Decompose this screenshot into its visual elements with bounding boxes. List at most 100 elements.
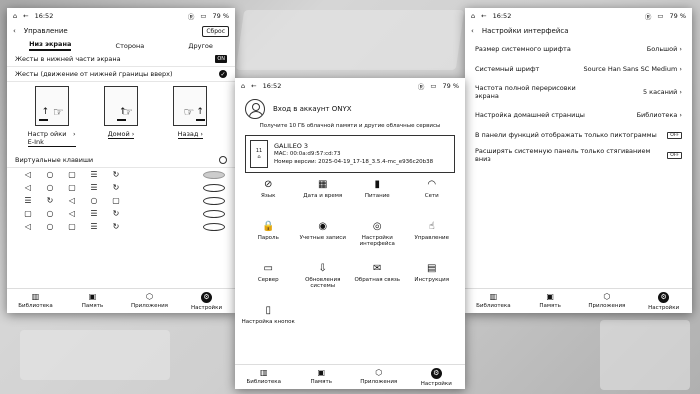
nav-apps[interactable]: ⬡ Приложения xyxy=(350,365,408,389)
reset-button[interactable]: Сброс xyxy=(202,25,229,37)
radio-icon[interactable] xyxy=(203,170,225,179)
settings-item-datetime[interactable]: ▦ Дата и время xyxy=(296,179,351,217)
library-icon: ▥ xyxy=(489,292,498,301)
settings-icon: ⚙ xyxy=(430,367,442,379)
back-arrow-icon[interactable]: ← xyxy=(23,12,28,20)
device-card[interactable]: 11 ⌂ GALILEO 3 MAC: 00:0a:d9:57:cd:73 Ном… xyxy=(245,135,455,173)
icons-only-switch[interactable]: OFF xyxy=(667,131,682,139)
home-page-row[interactable]: Настройка домашней страницы Библиотека › xyxy=(465,105,692,125)
settings-item-server[interactable]: ▭ Сервер xyxy=(241,263,296,301)
settings-item-manual[interactable]: ▤ Инструкция xyxy=(405,263,460,301)
back-chevron-icon[interactable]: ‹ xyxy=(471,27,474,35)
nav-library[interactable]: ▥ Библиотека xyxy=(235,365,293,389)
nav-library[interactable]: ▥ Библиотека xyxy=(465,289,522,313)
settings-main-screen: ⌂ ← 16:52 Ⓡ ▭ 79 % Вход в аккаунт ONYX П… xyxy=(235,78,465,389)
settings-item-interface[interactable]: ◎ Настройки интерфейса xyxy=(350,221,405,259)
circle-icon: ○ xyxy=(90,196,98,205)
radio-icon[interactable] xyxy=(203,196,225,205)
back-arrow-icon[interactable]: ← xyxy=(251,82,256,90)
gesture-cards: ↑ ☞ Настр ойки E-Ink › ↑ ☞ Домой › ↑ ☞ Назад › xyxy=(7,82,235,147)
panel-pulldown-row[interactable]: Расширять системную панель только стягив… xyxy=(465,145,692,165)
refresh-rate-value: 5 касаний xyxy=(642,88,678,96)
key-layout-row[interactable]: ▢ ○ ◁ ☰ ↻ xyxy=(7,207,235,220)
gesture-mode-row[interactable]: Жесты (движение от нижней границы вверх)… xyxy=(7,67,235,82)
page-title: Настройки интерфейса xyxy=(481,27,569,35)
battery-icon: ▭ xyxy=(200,11,207,20)
nav-apps[interactable]: ⬡ Приложения xyxy=(579,289,636,313)
font-size-row[interactable]: Размер системного шрифта Большой › xyxy=(465,39,692,59)
tab-other[interactable]: Другое xyxy=(188,42,212,50)
key-layout-row[interactable]: ◁ ○ ▢ ☰ ↻ xyxy=(7,181,235,194)
tab-side[interactable]: Сторона xyxy=(116,42,145,50)
settings-item-accounts[interactable]: ◉ Учетные записи xyxy=(296,221,351,259)
refresh-icon: ↻ xyxy=(112,209,120,218)
header: ‹ Управление Сброс xyxy=(7,23,235,39)
gesture-toggle-row[interactable]: Жесты в нижней части экрана ON xyxy=(7,52,235,67)
account-section[interactable]: Вход в аккаунт ONYX xyxy=(235,93,465,121)
settings-item-power[interactable]: ▮ Питание xyxy=(350,179,405,217)
home-icon[interactable]: ⌂ xyxy=(241,82,245,90)
nav-apps[interactable]: ⬡ Приложения xyxy=(121,289,178,313)
tab-bottom[interactable]: Низ экрана xyxy=(29,40,72,51)
bottom-nav: ▥ Библиотека ▣ Память ⬡ Приложения ⚙ Настрой… xyxy=(7,288,235,313)
gesture-card[interactable]: ↑ ☞ Настр ойки E-Ink › xyxy=(27,86,76,147)
status-bar: ⌂ ← 16:52 Ⓡ ▭ 79 % xyxy=(235,78,465,93)
radio-icon[interactable] xyxy=(203,209,225,218)
apps-icon: ⬡ xyxy=(375,368,383,377)
chevron-right-icon: › xyxy=(131,130,135,138)
nav-library[interactable]: ▥ Библиотека xyxy=(7,289,64,313)
status-time: 16:52 xyxy=(262,81,282,90)
gesture-card[interactable]: ↑ ☞ Назад › xyxy=(166,86,214,147)
refresh-icon: ↻ xyxy=(112,183,120,192)
triangle-left-icon: ◁ xyxy=(68,209,76,218)
home-icon[interactable]: ⌂ xyxy=(13,12,17,20)
gesture-illustration: ↑ ☞ xyxy=(103,86,138,126)
device-mac: MAC: 00:0a:d9:57:cd:73 xyxy=(274,151,341,157)
apps-icon: ⬡ xyxy=(603,292,611,301)
account-icon: ◉ xyxy=(318,221,328,232)
refresh-rate-row[interactable]: Частота полной перерисовки экрана 5 каса… xyxy=(465,79,692,105)
nav-storage[interactable]: ▣ Память xyxy=(522,289,579,313)
nav-settings[interactable]: ⚙ Настройки xyxy=(635,289,692,313)
check-icon[interactable]: ✓ xyxy=(219,70,227,78)
settings-item-language[interactable]: ⊘ Язык xyxy=(241,179,296,217)
settings-item-updates[interactable]: ⇩ Обновления системы xyxy=(296,263,351,301)
device-name: GALILEO 3 xyxy=(274,142,309,150)
nav-storage[interactable]: ▣ Память xyxy=(64,289,121,313)
key-layout-row[interactable]: ◁ ○ ▢ ☰ ↻ xyxy=(7,168,235,181)
icons-only-row[interactable]: В панели функций отображать только пикто… xyxy=(465,125,692,145)
refresh-icon: ↻ xyxy=(112,222,120,231)
key-layout-row[interactable]: ☰ ↻ ◁ ○ ▢ xyxy=(7,194,235,207)
home-icon[interactable]: ⌂ xyxy=(471,12,475,20)
key-layout-row[interactable]: ◁ ○ ▢ ☰ ↻ xyxy=(7,220,235,233)
settings-item-buttons[interactable]: ▯ Настройка кнопок xyxy=(241,305,296,343)
account-subtitle: Получите 10 ГБ облачной памяти и другие … xyxy=(259,123,441,129)
settings-item-networks[interactable]: ◠ Сети xyxy=(405,179,460,217)
circle-icon: ○ xyxy=(46,222,54,231)
background-shape xyxy=(235,10,465,70)
radio-icon[interactable] xyxy=(203,222,225,231)
gesture-card[interactable]: ↑ ☞ Домой › xyxy=(97,86,145,147)
header: ‹ Настройки интерфейса xyxy=(465,23,692,39)
nav-settings[interactable]: ⚙ Настройки xyxy=(408,365,466,389)
system-font-row[interactable]: Системный шрифт Source Han Sans SC Mediu… xyxy=(465,59,692,79)
back-chevron-icon[interactable]: ‹ xyxy=(13,27,16,35)
panel-pulldown-switch[interactable]: OFF xyxy=(667,151,682,159)
back-arrow-icon[interactable]: ← xyxy=(481,12,486,20)
radio-icon[interactable] xyxy=(219,156,227,164)
background-shape xyxy=(600,320,690,390)
gesture-label: Настр ойки E-Ink › xyxy=(27,130,76,147)
gesture-illustration: ↑ ☞ xyxy=(173,86,208,126)
settings-item-control[interactable]: ☝ Управление xyxy=(405,221,460,259)
nav-storage[interactable]: ▣ Память xyxy=(293,365,351,389)
status-time: 16:52 xyxy=(34,11,54,20)
server-icon: ▭ xyxy=(263,263,273,274)
nav-settings[interactable]: ⚙ Настройки xyxy=(178,289,235,313)
radio-icon[interactable] xyxy=(203,183,225,192)
gesture-toggle[interactable]: ON xyxy=(215,55,227,63)
virtual-keys-row[interactable]: Виртуальные клавиши xyxy=(7,153,235,168)
settings-item-feedback[interactable]: ✉ Обратная связь xyxy=(350,263,405,301)
battery-icon: ▭ xyxy=(430,81,437,90)
device-image: 11 ⌂ xyxy=(250,140,268,168)
settings-item-password[interactable]: 🔒 Пароль xyxy=(241,221,296,259)
